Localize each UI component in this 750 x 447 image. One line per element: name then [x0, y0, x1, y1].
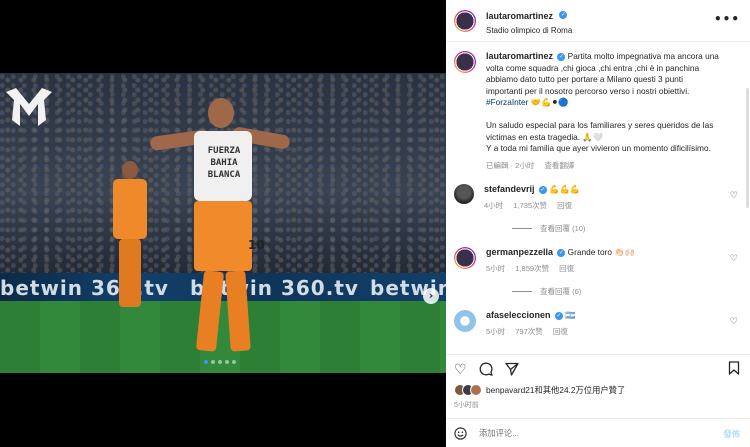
comment-heart-icon[interactable]: ♡	[730, 190, 738, 201]
author-avatar[interactable]	[454, 9, 476, 32]
slide-indicator	[204, 360, 236, 364]
post-details-panel: lautaromartinez ✓ Stadio olimpico di Rom…	[446, 0, 750, 447]
slide-dot	[211, 360, 215, 364]
post-time: 5小时前	[454, 402, 479, 409]
slide-dot	[204, 360, 208, 364]
caption-es-line-2: victimas en esta tragedia. 🙏🤍	[486, 131, 604, 142]
caption-line-1: Partita molto impegnativa ma ancora una	[567, 51, 719, 61]
edited-time: 已編輯 · 2小时	[486, 160, 535, 170]
comment-heart-icon[interactable]: ♡	[730, 316, 738, 327]
emoji-icon[interactable]	[454, 426, 467, 440]
reply-button[interactable]: 回復	[557, 201, 572, 210]
watermark-logo-icon	[6, 88, 52, 126]
caption-line-3: abbiamo dato tutto per portare a Milano …	[486, 74, 683, 84]
media-pane: betwin 360.tv betwin 360.tv betwin FUERZ…	[0, 0, 446, 447]
caption-author-username[interactable]: lautaromartinez	[486, 51, 553, 61]
comment-time: 5小时	[486, 327, 506, 336]
hashtag-link[interactable]: #ForzaInter	[486, 97, 528, 107]
caption-es-line-1: Un saludo especial para los familiares y…	[486, 120, 714, 130]
post-photo[interactable]: betwin 360.tv betwin 360.tv betwin FUERZ…	[0, 73, 446, 373]
comment-likes[interactable]: 1,735次赞	[513, 201, 547, 210]
next-slide-button[interactable]: ›	[423, 288, 439, 304]
likes-summary[interactable]: benpavard21和其他24.2万位用户贊了	[454, 384, 625, 396]
slide-dot	[232, 360, 236, 364]
share-icon[interactable]	[504, 362, 519, 376]
commenter-username[interactable]: germanpezzella	[486, 247, 553, 257]
view-replies-button[interactable]: 查看回覆 (6)	[512, 286, 742, 297]
comment-likes[interactable]: 797次赞	[515, 327, 543, 336]
bookmark-icon[interactable]	[728, 361, 740, 375]
comment-item: afaseleccionen ✓ 🇦🇷 5小时 797次赞 回復 ♡	[454, 310, 742, 337]
teammate-figure	[105, 161, 155, 311]
comment-time: 5小时	[486, 264, 506, 273]
comment-heart-icon[interactable]: ♡	[730, 253, 738, 264]
comment-time: 4小时	[484, 201, 504, 210]
verified-badge-icon: ✓	[559, 10, 568, 19]
comment-item: stefandevrij ✓ 💪💪💪 4小时 1,735次赞 回復 ♡	[454, 184, 742, 211]
action-bar: ♡	[446, 354, 750, 382]
post-header: lautaromartinez ✓ Stadio olimpico di Rom…	[446, 0, 750, 42]
commenter-username[interactable]: afaseleccionen	[486, 310, 551, 320]
caption-line-4: importanti per il nosotro percorso verso…	[486, 85, 690, 96]
commenter-username[interactable]: stefandevrij	[484, 184, 535, 194]
view-replies-button[interactable]: 查看回覆 (10)	[512, 223, 742, 234]
commenter-avatar[interactable]	[454, 247, 476, 269]
comment-composer: 發佈	[446, 418, 750, 447]
commenter-avatar[interactable]	[454, 184, 474, 204]
caption: lautaromartinez ✓ Partita molto impegnat…	[454, 51, 742, 171]
commenter-avatar[interactable]	[454, 310, 476, 332]
likes-text[interactable]: benpavard21和其他24.2万位用户贊了	[486, 384, 625, 396]
comment-item: germanpezzella ✓ Grande toro 👏🏻🙌🏻 5小时 1,…	[454, 247, 742, 274]
caption-author-avatar[interactable]	[454, 51, 476, 73]
comments-scroll-area[interactable]: lautaromartinez ✓ Partita molto impegnat…	[446, 42, 750, 346]
slide-dot	[225, 360, 229, 364]
comments-scrollbar[interactable]	[746, 88, 749, 208]
comment-text: Grande toro 👏🏻🙌🏻	[567, 247, 635, 257]
post-location[interactable]: Stadio olimpico di Roma	[486, 26, 572, 35]
caption-line-2: volta come squadra ,chi gioca ,chi entra…	[486, 62, 700, 73]
post-comment-button[interactable]: 發佈	[723, 428, 740, 440]
like-heart-icon[interactable]: ♡	[454, 362, 467, 376]
verified-badge-icon: ✓	[557, 248, 566, 257]
verified-badge-icon: ✓	[538, 185, 547, 194]
comment-text: 💪💪💪	[549, 184, 581, 194]
shirt-number: 10	[248, 238, 265, 252]
more-options-icon[interactable]: •••	[714, 12, 740, 26]
reply-button[interactable]: 回復	[559, 264, 574, 273]
verified-badge-icon: ✓	[554, 311, 563, 320]
hashtag-emojis: 🤝💪⚫🔵	[530, 97, 569, 107]
caption-es-line-3: Y a toda mi familia que ayer vivieron un…	[486, 143, 711, 153]
translate-link[interactable]: 查看翻譯	[544, 161, 574, 170]
comment-text: 🇦🇷	[565, 310, 576, 320]
comment-input[interactable]	[479, 428, 679, 438]
author-username[interactable]: lautaromartinez	[486, 11, 553, 21]
comment-icon[interactable]	[479, 362, 493, 376]
comment-likes[interactable]: 1,859次赞	[515, 264, 549, 273]
shirt-message: FUERZA BAHIA BLANCA	[207, 146, 241, 180]
celebrating-player: FUERZA BAHIA BLANCA 10	[149, 93, 291, 363]
verified-badge-icon: ✓	[557, 52, 566, 61]
slide-dot	[218, 360, 222, 364]
reply-button[interactable]: 回復	[553, 327, 568, 336]
liker-avatar	[470, 384, 482, 396]
